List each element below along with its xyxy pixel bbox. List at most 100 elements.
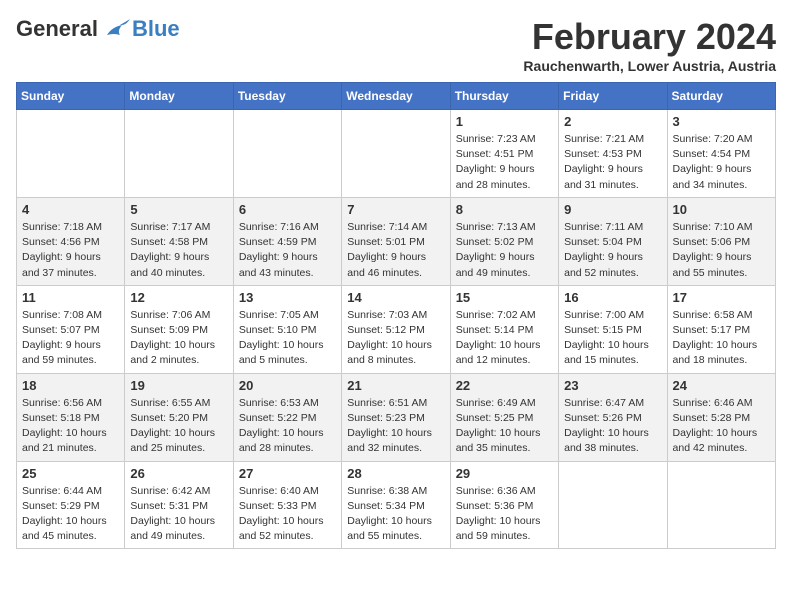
calendar-cell: 13 Sunrise: 7:05 AMSunset: 5:10 PMDayligh… <box>233 285 341 373</box>
day-number: 22 <box>456 378 553 393</box>
logo-general-text: General <box>16 16 98 42</box>
day-number: 15 <box>456 290 553 305</box>
calendar-cell: 18 Sunrise: 6:56 AMSunset: 5:18 PMDayligh… <box>17 373 125 461</box>
day-number: 19 <box>130 378 227 393</box>
day-info: Sunrise: 7:02 AMSunset: 5:14 PMDaylight:… <box>456 308 553 369</box>
day-number: 7 <box>347 202 444 217</box>
day-info: Sunrise: 7:14 AMSunset: 5:01 PMDaylight:… <box>347 220 444 281</box>
day-info: Sunrise: 7:06 AMSunset: 5:09 PMDaylight:… <box>130 308 227 369</box>
calendar-cell: 10 Sunrise: 7:10 AMSunset: 5:06 PMDayligh… <box>667 197 775 285</box>
day-number: 1 <box>456 114 553 129</box>
calendar-cell: 11 Sunrise: 7:08 AMSunset: 5:07 PMDayligh… <box>17 285 125 373</box>
day-of-week-header: Monday <box>125 83 233 110</box>
day-number: 5 <box>130 202 227 217</box>
calendar-cell: 5 Sunrise: 7:17 AMSunset: 4:58 PMDaylight… <box>125 197 233 285</box>
calendar-cell <box>233 110 341 198</box>
calendar-header-row: SundayMondayTuesdayWednesdayThursdayFrid… <box>17 83 776 110</box>
calendar-cell: 22 Sunrise: 6:49 AMSunset: 5:25 PMDayligh… <box>450 373 558 461</box>
calendar-cell: 26 Sunrise: 6:42 AMSunset: 5:31 PMDayligh… <box>125 461 233 549</box>
day-info: Sunrise: 6:44 AMSunset: 5:29 PMDaylight:… <box>22 484 119 545</box>
day-number: 14 <box>347 290 444 305</box>
day-of-week-header: Tuesday <box>233 83 341 110</box>
day-info: Sunrise: 6:51 AMSunset: 5:23 PMDaylight:… <box>347 396 444 457</box>
logo: General Blue <box>16 16 180 42</box>
day-info: Sunrise: 6:47 AMSunset: 5:26 PMDaylight:… <box>564 396 661 457</box>
day-info: Sunrise: 7:10 AMSunset: 5:06 PMDaylight:… <box>673 220 770 281</box>
calendar-cell: 24 Sunrise: 6:46 AMSunset: 5:28 PMDayligh… <box>667 373 775 461</box>
day-number: 27 <box>239 466 336 481</box>
day-of-week-header: Thursday <box>450 83 558 110</box>
day-number: 4 <box>22 202 119 217</box>
calendar-cell: 29 Sunrise: 6:36 AMSunset: 5:36 PMDayligh… <box>450 461 558 549</box>
calendar-cell: 9 Sunrise: 7:11 AMSunset: 5:04 PMDaylight… <box>559 197 667 285</box>
day-info: Sunrise: 6:49 AMSunset: 5:25 PMDaylight:… <box>456 396 553 457</box>
calendar-cell: 20 Sunrise: 6:53 AMSunset: 5:22 PMDayligh… <box>233 373 341 461</box>
day-number: 25 <box>22 466 119 481</box>
calendar-week-row: 18 Sunrise: 6:56 AMSunset: 5:18 PMDayligh… <box>17 373 776 461</box>
day-number: 21 <box>347 378 444 393</box>
day-info: Sunrise: 6:38 AMSunset: 5:34 PMDaylight:… <box>347 484 444 545</box>
calendar-cell: 1Sunrise: 7:23 AMSunset: 4:51 PMDaylight… <box>450 110 558 198</box>
day-info: Sunrise: 7:05 AMSunset: 5:10 PMDaylight:… <box>239 308 336 369</box>
day-info: Sunrise: 7:11 AMSunset: 5:04 PMDaylight:… <box>564 220 661 281</box>
day-number: 2 <box>564 114 661 129</box>
calendar-week-row: 25 Sunrise: 6:44 AMSunset: 5:29 PMDayligh… <box>17 461 776 549</box>
calendar-cell: 4 Sunrise: 7:18 AMSunset: 4:56 PMDaylight… <box>17 197 125 285</box>
day-of-week-header: Sunday <box>17 83 125 110</box>
day-info: Sunrise: 6:42 AMSunset: 5:31 PMDaylight:… <box>130 484 227 545</box>
calendar-week-row: 1Sunrise: 7:23 AMSunset: 4:51 PMDaylight… <box>17 110 776 198</box>
calendar-cell <box>125 110 233 198</box>
calendar-cell: 19Sunrise: 6:55 AMSunset: 5:20 PMDayligh… <box>125 373 233 461</box>
day-number: 20 <box>239 378 336 393</box>
month-title: February 2024 <box>523 16 776 58</box>
day-number: 10 <box>673 202 770 217</box>
calendar-cell: 23Sunrise: 6:47 AMSunset: 5:26 PMDayligh… <box>559 373 667 461</box>
day-info: Sunrise: 7:16 AMSunset: 4:59 PMDaylight:… <box>239 220 336 281</box>
calendar-cell: 17Sunrise: 6:58 AMSunset: 5:17 PMDayligh… <box>667 285 775 373</box>
day-info: Sunrise: 6:56 AMSunset: 5:18 PMDaylight:… <box>22 396 119 457</box>
day-info: Sunrise: 7:21 AMSunset: 4:53 PMDaylight:… <box>564 132 661 193</box>
day-info: Sunrise: 7:18 AMSunset: 4:56 PMDaylight:… <box>22 220 119 281</box>
day-info: Sunrise: 6:36 AMSunset: 5:36 PMDaylight:… <box>456 484 553 545</box>
day-number: 29 <box>456 466 553 481</box>
day-number: 6 <box>239 202 336 217</box>
logo-blue-text: Blue <box>132 16 180 42</box>
page-header: General Blue February 2024 Rauchenwarth,… <box>16 16 776 74</box>
calendar-cell: 16Sunrise: 7:00 AMSunset: 5:15 PMDayligh… <box>559 285 667 373</box>
day-number: 13 <box>239 290 336 305</box>
calendar-cell: 8Sunrise: 7:13 AMSunset: 5:02 PMDaylight… <box>450 197 558 285</box>
day-number: 9 <box>564 202 661 217</box>
day-number: 3 <box>673 114 770 129</box>
day-of-week-header: Saturday <box>667 83 775 110</box>
day-number: 24 <box>673 378 770 393</box>
calendar-table: SundayMondayTuesdayWednesdayThursdayFrid… <box>16 82 776 549</box>
day-of-week-header: Wednesday <box>342 83 450 110</box>
calendar-cell: 7 Sunrise: 7:14 AMSunset: 5:01 PMDaylight… <box>342 197 450 285</box>
calendar-cell: 21 Sunrise: 6:51 AMSunset: 5:23 PMDayligh… <box>342 373 450 461</box>
day-info: Sunrise: 6:53 AMSunset: 5:22 PMDaylight:… <box>239 396 336 457</box>
day-number: 16 <box>564 290 661 305</box>
day-info: Sunrise: 6:40 AMSunset: 5:33 PMDaylight:… <box>239 484 336 545</box>
calendar-week-row: 11 Sunrise: 7:08 AMSunset: 5:07 PMDayligh… <box>17 285 776 373</box>
day-info: Sunrise: 6:46 AMSunset: 5:28 PMDaylight:… <box>673 396 770 457</box>
day-number: 11 <box>22 290 119 305</box>
location-subtitle: Rauchenwarth, Lower Austria, Austria <box>523 58 776 74</box>
calendar-cell: 3 Sunrise: 7:20 AMSunset: 4:54 PMDaylight… <box>667 110 775 198</box>
day-info: Sunrise: 7:03 AMSunset: 5:12 PMDaylight:… <box>347 308 444 369</box>
calendar-cell: 27 Sunrise: 6:40 AMSunset: 5:33 PMDayligh… <box>233 461 341 549</box>
calendar-cell: 25 Sunrise: 6:44 AMSunset: 5:29 PMDayligh… <box>17 461 125 549</box>
day-info: Sunrise: 7:20 AMSunset: 4:54 PMDaylight:… <box>673 132 770 193</box>
calendar-cell <box>559 461 667 549</box>
day-number: 8 <box>456 202 553 217</box>
day-number: 18 <box>22 378 119 393</box>
day-info: Sunrise: 7:17 AMSunset: 4:58 PMDaylight:… <box>130 220 227 281</box>
calendar-cell <box>342 110 450 198</box>
day-number: 17 <box>673 290 770 305</box>
day-number: 26 <box>130 466 227 481</box>
calendar-week-row: 4 Sunrise: 7:18 AMSunset: 4:56 PMDaylight… <box>17 197 776 285</box>
day-number: 12 <box>130 290 227 305</box>
day-number: 28 <box>347 466 444 481</box>
day-of-week-header: Friday <box>559 83 667 110</box>
day-info: Sunrise: 7:08 AMSunset: 5:07 PMDaylight:… <box>22 308 119 369</box>
calendar-cell: 12 Sunrise: 7:06 AMSunset: 5:09 PMDayligh… <box>125 285 233 373</box>
